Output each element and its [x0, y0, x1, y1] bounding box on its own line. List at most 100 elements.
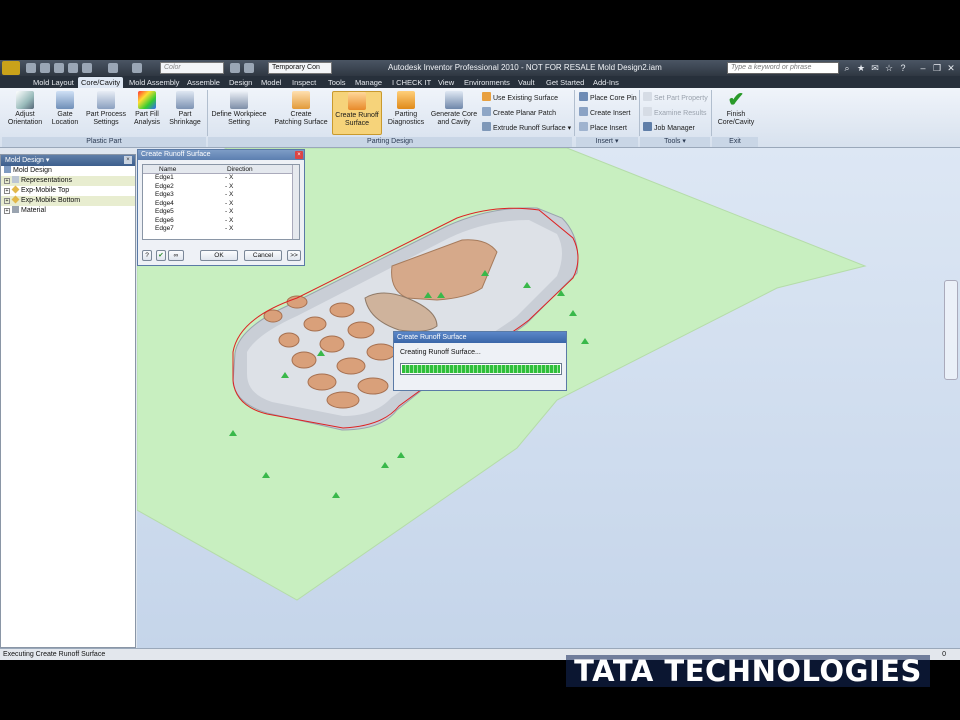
table-row[interactable]: Edge1 - X: [143, 174, 299, 183]
tab-view[interactable]: View: [435, 77, 457, 88]
select-icon[interactable]: [132, 63, 142, 73]
expand-icon[interactable]: +: [4, 178, 10, 184]
expand-icon[interactable]: +: [4, 198, 10, 204]
application-menu-button[interactable]: [2, 61, 20, 75]
favorites-icon[interactable]: ☆: [884, 63, 894, 73]
edge-direction[interactable]: - X: [225, 217, 233, 226]
color-combo[interactable]: Color: [160, 62, 224, 74]
update-icon[interactable]: [230, 63, 240, 73]
ok-button[interactable]: OK: [200, 250, 238, 261]
column-header-name[interactable]: Name: [159, 165, 176, 174]
panel-label-insert[interactable]: Insert ▾: [576, 137, 638, 147]
job-manager-button[interactable]: Job Manager: [643, 122, 695, 132]
tab-core-cavity[interactable]: Core/Cavity: [78, 77, 124, 88]
tree-item-representations[interactable]: + Representations: [1, 176, 135, 186]
view-rep-combo[interactable]: Temporary Con: [268, 62, 332, 74]
table-scrollbar[interactable]: [292, 165, 299, 239]
navigation-bar[interactable]: [944, 280, 958, 380]
table-row[interactable]: Edge4 - X: [143, 200, 299, 209]
redo-icon[interactable]: [82, 63, 92, 73]
place-core-pin-button[interactable]: Place Core Pin: [579, 92, 637, 102]
tab-i-check-it[interactable]: I CHECK IT: [389, 77, 434, 88]
extrude-runoff-surface-button[interactable]: Extrude Runoff Surface ▾: [482, 122, 571, 132]
return-icon[interactable]: [108, 63, 118, 73]
expand-icon[interactable]: +: [4, 208, 10, 214]
tab-mold-layout[interactable]: Mold Layout: [30, 77, 77, 88]
tab-get-started[interactable]: Get Started: [543, 77, 587, 88]
create-patching-surface-button[interactable]: Create Patching Surface: [272, 91, 330, 127]
save-icon[interactable]: [54, 63, 64, 73]
communication-icon[interactable]: ✉: [870, 63, 880, 73]
set-part-property-button[interactable]: Set Part Property: [643, 92, 708, 102]
dialog-title-bar[interactable]: Create Runoff Surface ×: [138, 150, 304, 160]
part-process-settings-button[interactable]: Part Process Settings: [84, 91, 128, 127]
search-input[interactable]: Type a keyword or phrase: [727, 62, 839, 74]
more-button[interactable]: >>: [287, 250, 301, 261]
edge-direction[interactable]: - X: [225, 191, 233, 200]
edge-direction[interactable]: - X: [225, 183, 233, 192]
tree-item-material[interactable]: + Material: [1, 206, 135, 216]
expand-icon[interactable]: +: [4, 188, 10, 194]
subscription-icon[interactable]: ★: [856, 63, 866, 73]
edge-direction[interactable]: - X: [225, 208, 233, 217]
close-icon[interactable]: ✕: [946, 63, 956, 73]
cancel-button[interactable]: Cancel: [244, 250, 282, 261]
help-button[interactable]: ?: [142, 250, 152, 261]
tab-manage[interactable]: Manage: [352, 77, 385, 88]
edge-direction[interactable]: - X: [225, 174, 233, 183]
restore-icon[interactable]: ❐: [932, 63, 942, 73]
select-edges-button[interactable]: ✔: [156, 250, 166, 261]
column-header-direction[interactable]: Direction: [227, 165, 253, 174]
extrude-icon: [482, 122, 491, 131]
finish-core-cavity-button[interactable]: ✔ Finish Core/Cavity: [714, 90, 758, 127]
table-row[interactable]: Edge3 - X: [143, 191, 299, 200]
tab-assemble[interactable]: Assemble: [184, 77, 223, 88]
browser-close-icon[interactable]: ×: [124, 156, 132, 164]
props-icon[interactable]: [244, 63, 254, 73]
tab-add-ins[interactable]: Add-Ins: [590, 77, 622, 88]
chain-edges-button[interactable]: ∞: [168, 250, 184, 261]
gate-location-button[interactable]: Gate Location: [48, 91, 82, 127]
create-runoff-surface-button[interactable]: Create Runoff Surface: [332, 91, 382, 135]
table-row[interactable]: Edge2 - X: [143, 183, 299, 192]
tab-inspect[interactable]: Inspect: [289, 77, 319, 88]
tab-vault[interactable]: Vault: [515, 77, 538, 88]
tab-design[interactable]: Design: [226, 77, 255, 88]
panel-label-tools[interactable]: Tools ▾: [640, 137, 710, 147]
part-fill-analysis-button[interactable]: Part Fill Analysis: [130, 91, 164, 127]
undo-icon[interactable]: [68, 63, 78, 73]
table-row[interactable]: Edge5 - X: [143, 208, 299, 217]
minimize-icon[interactable]: –: [918, 63, 928, 73]
close-icon[interactable]: ×: [295, 151, 303, 159]
part-shrinkage-button[interactable]: Part Shrinkage: [166, 91, 204, 127]
edge-direction[interactable]: - X: [225, 200, 233, 209]
inventor-window: Color Temporary Con Autodesk Inventor Pr…: [0, 60, 960, 660]
table-row[interactable]: Edge7 - X: [143, 225, 299, 234]
adjust-orientation-button[interactable]: Adjust Orientation: [6, 91, 44, 127]
create-insert-button[interactable]: Create Insert: [579, 107, 630, 117]
edge-direction[interactable]: - X: [225, 225, 233, 234]
tab-tools[interactable]: Tools: [325, 77, 349, 88]
new-icon[interactable]: [26, 63, 36, 73]
use-existing-surface-button[interactable]: Use Existing Surface: [482, 92, 558, 102]
progress-bar: [400, 363, 562, 375]
define-workpiece-setting-button[interactable]: Define Workpiece Setting: [210, 91, 268, 127]
tree-item-exp-mobile-bottom[interactable]: + Exp-Mobile Bottom: [1, 195, 135, 206]
create-planar-patch-button[interactable]: Create Planar Patch: [482, 107, 556, 117]
tab-model[interactable]: Model: [258, 77, 284, 88]
tree-item-exp-mobile-top[interactable]: + Exp-Mobile Top: [1, 185, 135, 196]
table-row[interactable]: Edge6 - X: [143, 217, 299, 226]
button-label: Location: [51, 119, 79, 126]
generate-core-cavity-button[interactable]: Generate Core and Cavity: [430, 91, 478, 127]
tab-mold-assembly[interactable]: Mold Assembly: [126, 77, 182, 88]
open-icon[interactable]: [40, 63, 50, 73]
button-label: Part: [178, 111, 192, 118]
tab-environments[interactable]: Environments: [461, 77, 513, 88]
binoculars-icon[interactable]: ⌕: [842, 63, 852, 73]
examine-results-button[interactable]: Examine Results: [643, 107, 707, 117]
tree-item-mold-design[interactable]: Mold Design: [1, 166, 135, 176]
help-icon[interactable]: ?: [898, 63, 908, 73]
browser-header[interactable]: Mold Design ▾ ×: [1, 155, 135, 166]
place-insert-button[interactable]: Place Insert: [579, 122, 627, 132]
parting-diagnostics-button[interactable]: Parting Diagnostics: [386, 91, 426, 127]
